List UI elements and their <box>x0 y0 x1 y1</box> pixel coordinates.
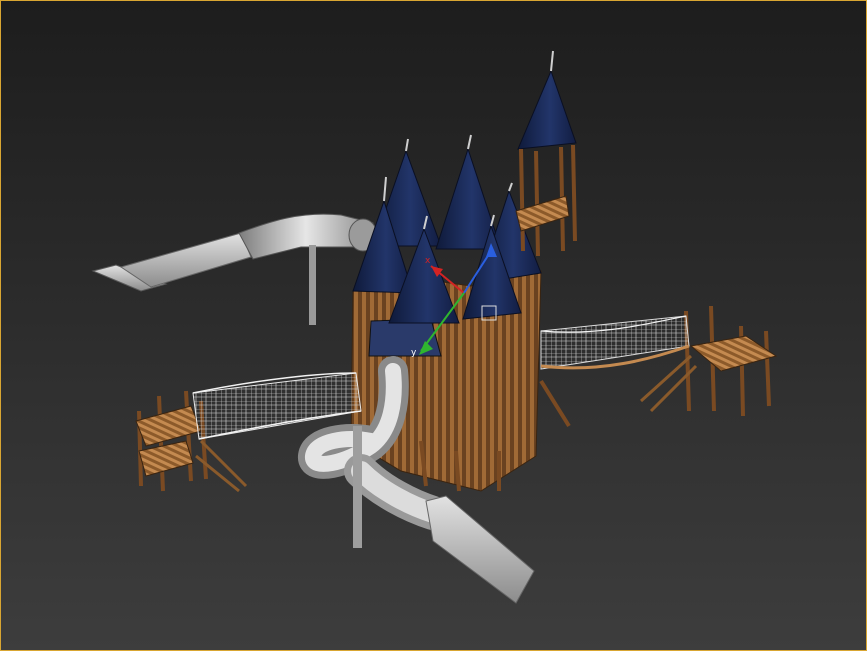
upper-left-slide[interactable] <box>91 213 378 325</box>
side-tower[interactable] <box>515 50 577 257</box>
gizmo-x-label: x <box>425 256 431 266</box>
scene-canvas[interactable]: x y <box>1 1 866 650</box>
right-rope-bridge[interactable] <box>540 315 690 370</box>
gizmo-y-label: y <box>411 348 417 358</box>
3d-viewport[interactable]: x y <box>0 0 867 651</box>
